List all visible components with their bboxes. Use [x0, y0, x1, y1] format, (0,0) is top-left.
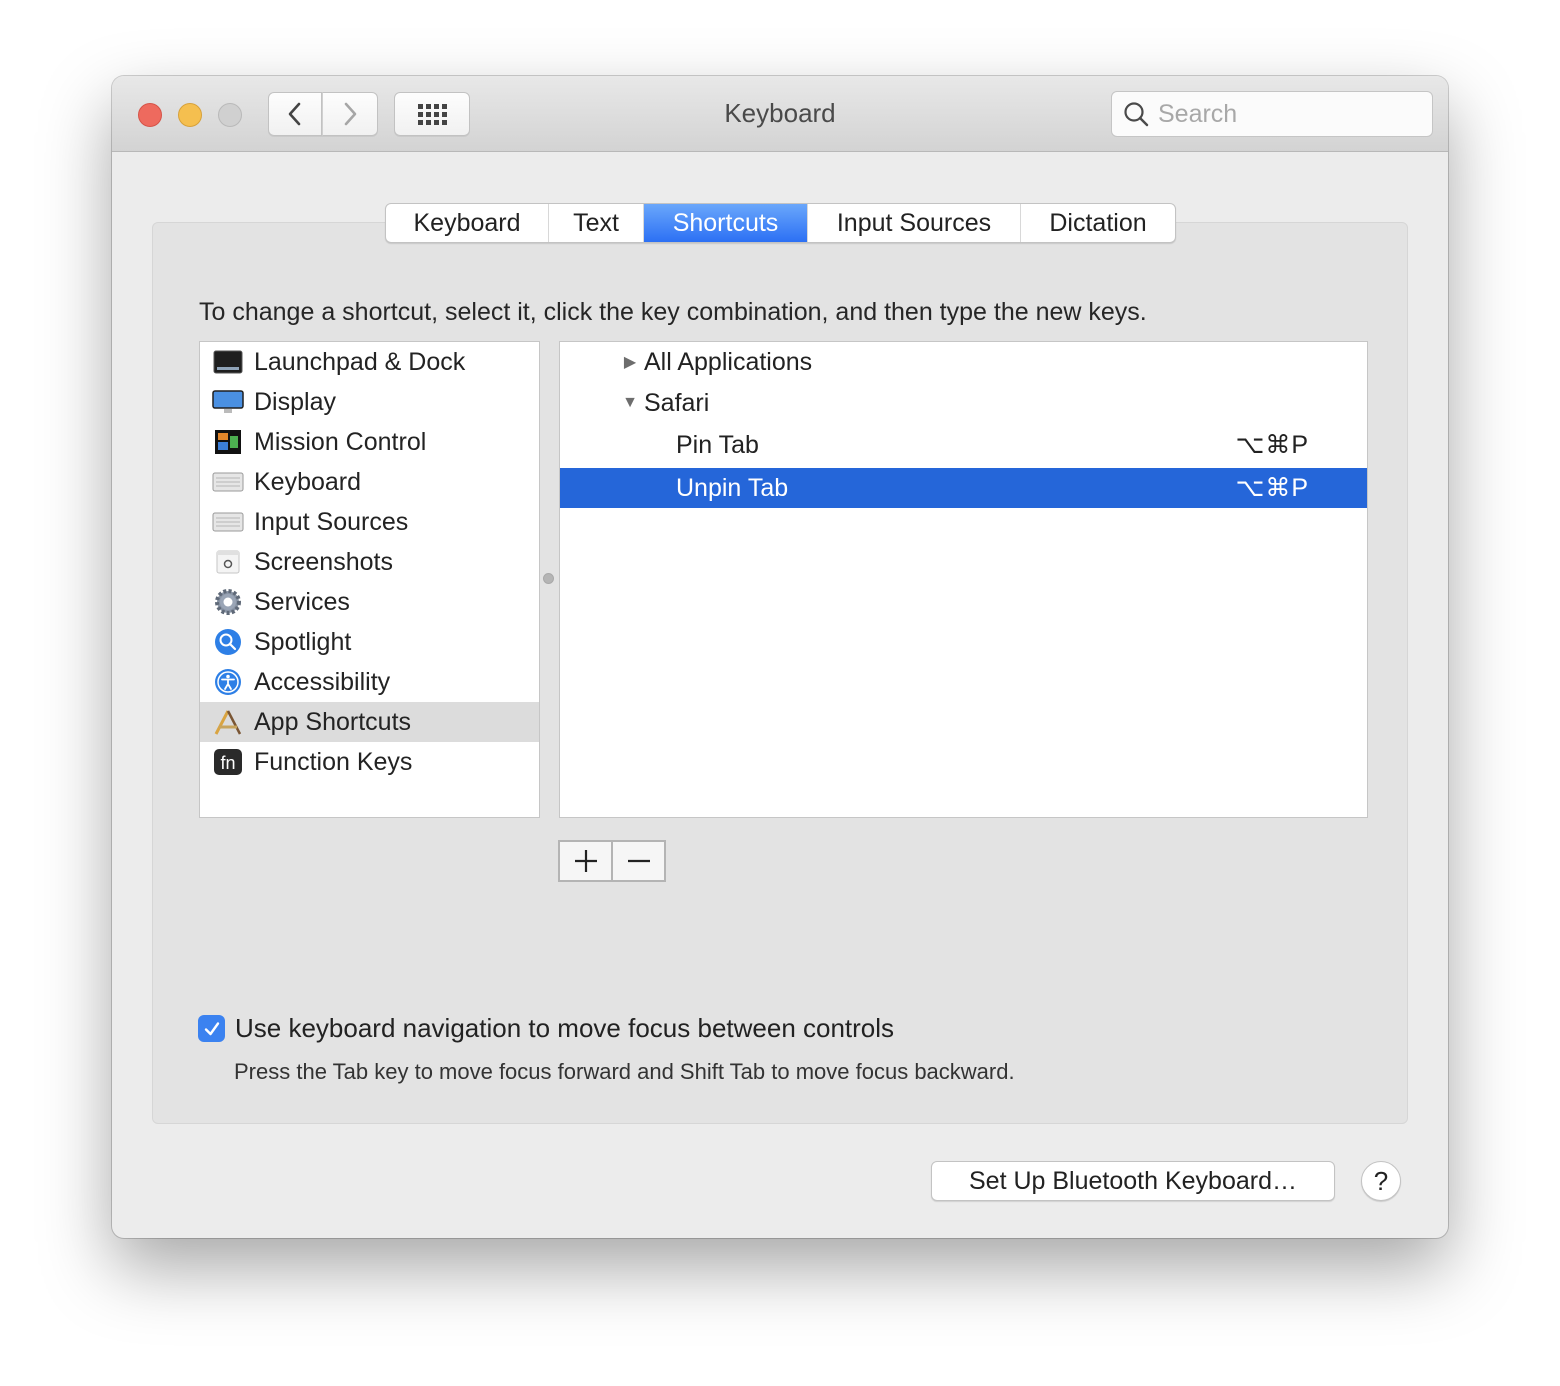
services-gear-icon — [212, 586, 244, 618]
keyboard-navigation-option: Use keyboard navigation to move focus be… — [198, 1013, 894, 1044]
category-input-sources[interactable]: Input Sources — [200, 502, 539, 542]
tab-input-sources[interactable]: Input Sources — [808, 204, 1021, 242]
split-view-handle[interactable] — [543, 573, 554, 584]
tab-text[interactable]: Text — [549, 204, 644, 242]
add-shortcut-button[interactable] — [560, 842, 611, 880]
shortcut-row-unpin-tab[interactable]: Unpin Tab ⌥⌘P — [560, 468, 1367, 508]
launchpad-dock-icon — [212, 346, 244, 378]
search-placeholder: Search — [1158, 99, 1238, 128]
category-label: Input Sources — [254, 507, 409, 536]
keyboard-preferences-window: Keyboard Search Keyboard Text Shortcuts … — [112, 76, 1448, 1238]
category-spotlight[interactable]: Spotlight — [200, 622, 539, 662]
category-label: Screenshots — [254, 547, 393, 576]
keyboard-icon — [212, 466, 244, 498]
mission-control-icon — [212, 426, 244, 458]
category-accessibility[interactable]: Accessibility — [200, 662, 539, 702]
category-label: Spotlight — [254, 627, 352, 656]
shortcut-group-label: Safari — [644, 388, 710, 417]
tab-keyboard[interactable]: Keyboard — [386, 204, 549, 242]
checkmark-icon — [204, 1021, 219, 1035]
tab-bar: Keyboard Text Shortcuts Input Sources Di… — [385, 203, 1176, 243]
category-label: Display — [254, 387, 336, 416]
category-label: Mission Control — [254, 427, 427, 456]
fn-key-icon: fn — [212, 746, 244, 778]
shortcut-group-label: All Applications — [644, 347, 813, 376]
keyboard-navigation-label[interactable]: Use keyboard navigation to move focus be… — [235, 1013, 894, 1044]
help-button[interactable]: ? — [1361, 1161, 1401, 1201]
shortcut-keys[interactable]: ⌥⌘P — [1236, 430, 1309, 460]
shortcut-list: ▶ All Applications ▼ Safari Pin Tab ⌥⌘P … — [559, 341, 1368, 818]
disclosure-triangle-collapsed-icon[interactable]: ▶ — [620, 352, 640, 372]
plus-icon — [574, 850, 597, 872]
setup-bluetooth-keyboard-button[interactable]: Set Up Bluetooth Keyboard… — [931, 1161, 1335, 1201]
category-keyboard[interactable]: Keyboard — [200, 462, 539, 502]
accessibility-icon — [212, 666, 244, 698]
keyboard-navigation-hint: Press the Tab key to move focus forward … — [234, 1059, 1015, 1084]
category-launchpad-dock[interactable]: Launchpad & Dock — [200, 342, 539, 382]
disclosure-triangle-expanded-icon[interactable]: ▼ — [620, 394, 640, 412]
shortcut-label: Unpin Tab — [676, 473, 789, 502]
category-label: Function Keys — [254, 747, 413, 776]
category-display[interactable]: Display — [200, 382, 539, 422]
search-input[interactable]: Search — [1111, 91, 1433, 137]
screenshots-icon — [212, 546, 244, 578]
minus-icon — [627, 859, 650, 863]
instructions-text: To change a shortcut, select it, click t… — [199, 298, 1147, 326]
shortcut-label: Pin Tab — [676, 430, 759, 459]
category-label: App Shortcuts — [254, 707, 412, 736]
category-screenshots[interactable]: Screenshots — [200, 542, 539, 582]
category-label: Keyboard — [254, 467, 362, 496]
svg-text:fn: fn — [220, 753, 235, 773]
shortcut-category-list: Launchpad & Dock Display Mission Control… — [199, 341, 540, 818]
shortcut-group-all-applications[interactable]: ▶ All Applications — [560, 342, 1367, 382]
shortcut-group-safari[interactable]: ▼ Safari — [560, 383, 1367, 423]
category-mission-control[interactable]: Mission Control — [200, 422, 539, 462]
input-sources-icon — [212, 506, 244, 538]
app-shortcuts-icon — [212, 706, 244, 738]
shortcut-row-pin-tab[interactable]: Pin Tab ⌥⌘P — [560, 425, 1367, 465]
search-icon — [1124, 102, 1149, 127]
category-function-keys[interactable]: fn Function Keys — [200, 742, 539, 782]
remove-shortcut-button[interactable] — [611, 842, 664, 880]
add-remove-control — [558, 840, 666, 882]
category-label: Launchpad & Dock — [254, 347, 466, 376]
tab-shortcuts[interactable]: Shortcuts — [644, 204, 808, 242]
title-bar: Keyboard Search — [112, 76, 1448, 152]
category-label: Accessibility — [254, 667, 391, 696]
keyboard-navigation-checkbox[interactable] — [198, 1015, 225, 1042]
shortcut-keys[interactable]: ⌥⌘P — [1236, 473, 1309, 503]
spotlight-icon — [212, 626, 244, 658]
category-label: Services — [254, 587, 350, 616]
display-icon — [212, 386, 244, 418]
tab-dictation[interactable]: Dictation — [1021, 204, 1175, 242]
category-app-shortcuts[interactable]: App Shortcuts — [200, 702, 539, 742]
category-services[interactable]: Services — [200, 582, 539, 622]
